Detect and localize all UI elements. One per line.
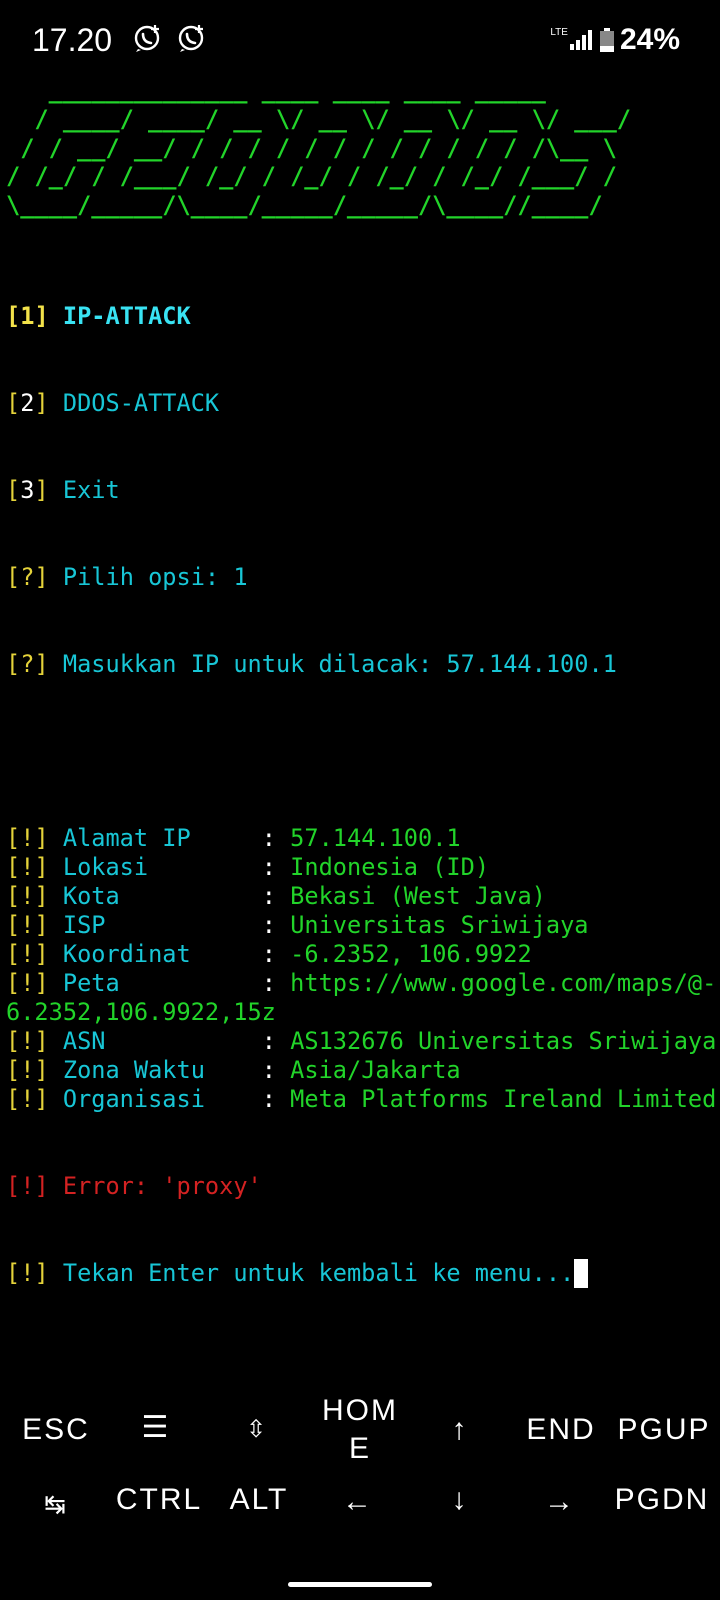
text-cursor	[574, 1259, 589, 1288]
info-key: Organisasi	[62, 1085, 205, 1113]
status-time: 17.20	[32, 22, 113, 58]
info-value: AS132676 Universitas Sriwijaya	[290, 1027, 717, 1055]
info-row: [!] Zona Waktu : Asia/Jakarta	[6, 1056, 461, 1084]
updown-icon[interactable]: ⇳	[232, 1412, 282, 1448]
info-row: [!] Kota : Bekasi (West Java)	[6, 882, 546, 910]
menu-option-2: [2] DDOS-ATTACK	[6, 389, 220, 417]
battery-percent: 24%	[619, 23, 680, 56]
alt-key[interactable]: ALT	[224, 1482, 294, 1518]
error-line: [!] Error: 'proxy'	[6, 1172, 262, 1200]
menu-icon[interactable]: ☰	[126, 1410, 186, 1446]
up-arrow-key[interactable]: ↑	[430, 1412, 490, 1448]
network-type: LTE	[550, 27, 568, 38]
ascii-banner: ______________ ____ ____ ____ _____ / __…	[6, 76, 632, 220]
info-key: Zona Waktu	[62, 1056, 205, 1084]
prompt-choice: [?] Pilih opsi: 1	[6, 563, 248, 591]
whatsapp-icon	[178, 25, 204, 52]
info-key: Peta	[62, 969, 120, 997]
terminal-output[interactable]: [1] IP-ATTACK [2] DDOS-ATTACK [3] Exit […	[6, 244, 716, 1317]
info-value: Indonesia (ID)	[290, 853, 490, 881]
tab-key[interactable]: ↹	[30, 1486, 82, 1522]
whatsapp-icon	[134, 25, 160, 52]
enter-prompt: [!] Tekan Enter untuk kembali ke menu...	[6, 1259, 716, 1288]
info-row: [!] Koordinat : -6.2352, 106.9922	[6, 940, 532, 968]
info-row: [!] Organisasi : Meta Platforms Ireland …	[6, 1085, 717, 1113]
info-key: Lokasi	[62, 853, 149, 881]
end-key[interactable]: END	[524, 1412, 598, 1448]
info-row: [!] Lokasi : Indonesia (ID)	[6, 853, 490, 881]
esc-key[interactable]: ESC	[20, 1412, 92, 1448]
ctrl-key[interactable]: CTRL	[112, 1482, 206, 1518]
down-arrow-key[interactable]: ↓	[430, 1482, 490, 1518]
info-value-wrap: 6.2352,106.9922,15z	[6, 998, 276, 1026]
menu-option-1: [1] IP-ATTACK	[6, 302, 191, 330]
ip-info-block: [!] Alamat IP : 57.144.100.1 [!] Lokasi :…	[6, 824, 716, 1114]
info-key: Alamat IP	[62, 824, 191, 852]
info-key: Kota	[62, 882, 120, 910]
info-value: Asia/Jakarta	[290, 1056, 461, 1084]
info-value: -6.2352, 106.9922	[290, 940, 532, 968]
signal-icon	[569, 30, 592, 50]
battery-icon	[599, 28, 614, 52]
info-value: Universitas Sriwijaya	[290, 911, 589, 939]
info-value: https://www.google.com/maps/@-	[290, 969, 717, 997]
info-key: ISP	[62, 911, 106, 939]
info-value: 57.144.100.1	[290, 824, 461, 852]
info-value: Meta Platforms Ireland Limited	[290, 1085, 717, 1113]
info-row: [!] ISP : Universitas Sriwijaya	[6, 911, 589, 939]
prompt-ip: [?] Masukkan IP untuk dilacak: 57.144.10…	[6, 650, 617, 678]
gesture-nav-handle[interactable]	[288, 1582, 432, 1587]
info-key: Koordinat	[62, 940, 191, 968]
status-bar: 17.20 LTE 24%	[0, 0, 720, 80]
info-row: [!] ASN : AS132676 Universitas Sriwijaya	[6, 1027, 717, 1055]
info-row: [!] Alamat IP : 57.144.100.1	[6, 824, 461, 852]
home-key[interactable]: HOM E	[310, 1392, 410, 1468]
pgdn-key[interactable]: PGDN	[612, 1482, 712, 1518]
status-indicators: LTE 24%	[550, 22, 680, 58]
pgup-key[interactable]: PGUP	[614, 1412, 714, 1448]
info-row: [!] Peta : https://www.google.com/maps/@…	[6, 969, 717, 997]
info-value: Bekasi (West Java)	[290, 882, 546, 910]
info-key: ASN	[62, 1027, 106, 1055]
menu-option-3: [3] Exit	[6, 476, 120, 504]
right-arrow-key[interactable]: →	[530, 1484, 590, 1520]
left-arrow-key[interactable]: ←	[328, 1484, 388, 1520]
